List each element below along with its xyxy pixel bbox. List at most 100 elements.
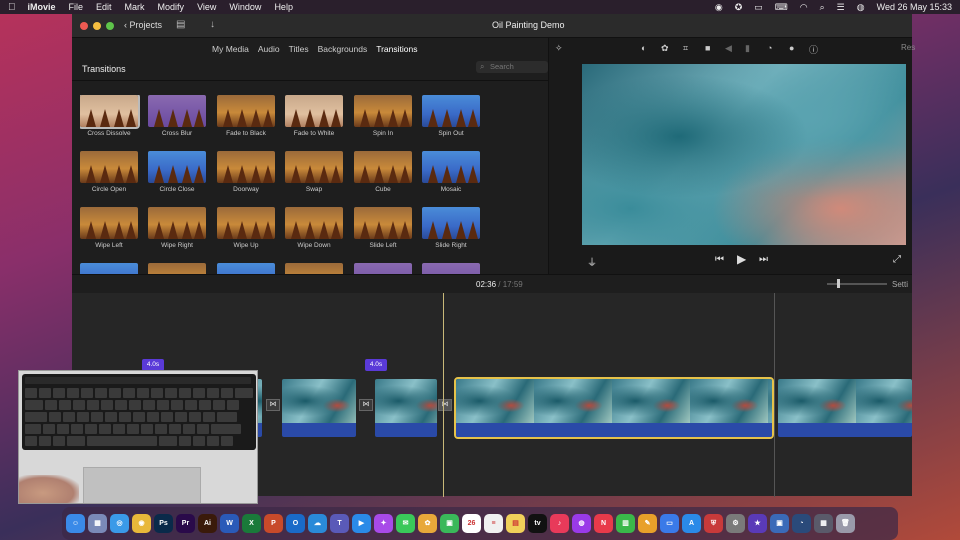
transition-thumbnail[interactable] bbox=[148, 151, 206, 183]
creative-cloud-icon[interactable]: ✪ bbox=[735, 2, 743, 13]
dock-safari-icon[interactable]: ◎ bbox=[110, 514, 129, 533]
dock-photos-icon[interactable]: ✿ bbox=[418, 514, 437, 533]
clock[interactable]: Wed 26 May 15:33 bbox=[877, 2, 952, 12]
transition-marker[interactable]: ⋈ bbox=[359, 399, 373, 411]
dock-calendar-icon[interactable]: 26 bbox=[462, 514, 481, 533]
transition-marker[interactable]: ⋈ bbox=[266, 399, 280, 411]
dock-facetime-icon[interactable]: ▣ bbox=[440, 514, 459, 533]
menu-file[interactable]: File bbox=[69, 2, 84, 12]
transition-thumbnail[interactable] bbox=[217, 151, 275, 183]
camera-icon[interactable]: ■ bbox=[705, 43, 710, 53]
crop-icon[interactable]: ⌗ bbox=[683, 43, 688, 54]
dock-quicktime-icon[interactable]: ◔ bbox=[792, 514, 811, 533]
control-center-icon[interactable]: ☰ bbox=[837, 2, 845, 13]
color-palette-icon[interactable]: ✿ bbox=[661, 43, 669, 54]
menu-window[interactable]: Window bbox=[229, 2, 261, 12]
dock-app-store-icon[interactable]: A bbox=[682, 514, 701, 533]
timeline-clip-selected[interactable] bbox=[454, 377, 774, 439]
keyboard-icon[interactable]: ⌨ bbox=[775, 2, 788, 13]
transition-thumbnail[interactable] bbox=[354, 207, 412, 239]
projects-back-button[interactable]: ‹ Projects bbox=[124, 20, 162, 30]
timeline-clip[interactable] bbox=[375, 379, 437, 437]
reset-all-button[interactable]: Res bbox=[901, 43, 915, 52]
siri-icon[interactable]: ◍ bbox=[857, 2, 865, 13]
wifi-icon[interactable]: ◠ bbox=[800, 2, 808, 13]
dock-finder-icon[interactable]: ☺ bbox=[66, 514, 85, 533]
dock-chrome-icon[interactable]: ◉ bbox=[132, 514, 151, 533]
tab-my-media[interactable]: My Media bbox=[212, 44, 249, 54]
search-input[interactable]: ⌕ Search bbox=[476, 61, 548, 73]
dock-podcasts-icon[interactable]: ◍ bbox=[572, 514, 591, 533]
playhead[interactable] bbox=[443, 293, 444, 497]
dock-keynote-icon[interactable]: ▭ bbox=[660, 514, 679, 533]
equalizer-icon[interactable]: ▮ bbox=[745, 43, 750, 54]
transition-thumbnail[interactable] bbox=[80, 95, 140, 129]
menu-mark[interactable]: Mark bbox=[125, 2, 145, 12]
info-icon[interactable]: ⓘ bbox=[809, 43, 818, 56]
zoom-slider[interactable] bbox=[827, 279, 887, 288]
tab-titles[interactable]: Titles bbox=[289, 44, 309, 54]
dock-apple-tv-icon[interactable]: tv bbox=[528, 514, 547, 533]
transition-duration-badge[interactable]: 4.0s bbox=[365, 359, 387, 371]
transition-thumbnail[interactable] bbox=[217, 95, 275, 127]
settings-button[interactable]: Setti bbox=[892, 280, 908, 289]
spotlight-icon[interactable]: ⌕ bbox=[820, 2, 825, 13]
dock-music-icon[interactable]: ♪ bbox=[550, 514, 569, 533]
menu-app-name[interactable]: iMovie bbox=[28, 2, 56, 12]
dock-preview-icon[interactable]: ▣ bbox=[770, 514, 789, 533]
dock-numbers-icon[interactable]: ▥ bbox=[616, 514, 635, 533]
minimize-button[interactable] bbox=[93, 22, 101, 30]
transition-thumbnail[interactable] bbox=[354, 95, 412, 127]
dock-word-icon[interactable]: W bbox=[220, 514, 239, 533]
zoom-button[interactable] bbox=[106, 22, 114, 30]
transition-thumbnail[interactable] bbox=[422, 95, 480, 127]
zoom-slider-handle[interactable] bbox=[837, 279, 840, 288]
transition-thumbnail[interactable] bbox=[354, 151, 412, 183]
timeline-clip[interactable] bbox=[778, 379, 912, 437]
transition-drop-target[interactable]: ⋈ bbox=[438, 399, 452, 411]
close-button[interactable] bbox=[80, 22, 88, 30]
dock-pages-icon[interactable]: ✎ bbox=[638, 514, 657, 533]
dock-trash-icon[interactable]: 🗑 bbox=[836, 514, 855, 533]
skip-back-icon[interactable]: ⏮ bbox=[715, 254, 724, 265]
tab-audio[interactable]: Audio bbox=[258, 44, 280, 54]
fullscreen-icon[interactable]: ⤢ bbox=[893, 254, 901, 265]
dock-powerpoint-icon[interactable]: P bbox=[264, 514, 283, 533]
menu-edit[interactable]: Edit bbox=[96, 2, 112, 12]
transition-thumbnail[interactable] bbox=[217, 207, 275, 239]
dock-reminders-icon[interactable]: ≡ bbox=[484, 514, 503, 533]
transition-thumbnail[interactable] bbox=[80, 151, 138, 183]
volume-icon[interactable]: ◀ bbox=[725, 43, 732, 54]
dock-launchpad-icon[interactable]: ▦ bbox=[88, 514, 107, 533]
dock-teams-icon[interactable]: T bbox=[330, 514, 349, 533]
filter-icon[interactable]: ● bbox=[789, 43, 794, 53]
skip-forward-icon[interactable]: ⏭ bbox=[759, 254, 768, 265]
timeline-clip[interactable] bbox=[282, 379, 356, 437]
dock-premiere-icon[interactable]: Pr bbox=[176, 514, 195, 533]
record-icon[interactable]: ◉ bbox=[715, 2, 723, 13]
magic-wand-icon[interactable]: ✧ bbox=[555, 43, 563, 54]
transition-thumbnail[interactable] bbox=[148, 207, 206, 239]
color-balance-icon[interactable]: ◐ bbox=[641, 43, 646, 53]
battery-icon[interactable]: ▭ bbox=[754, 2, 763, 13]
transition-thumbnail[interactable] bbox=[422, 151, 480, 183]
dock-screenshots-icon[interactable]: ▦ bbox=[814, 514, 833, 533]
transition-thumbnail[interactable] bbox=[285, 95, 343, 127]
speed-icon[interactable]: ◔ bbox=[767, 43, 772, 53]
transition-thumbnail[interactable] bbox=[148, 95, 206, 127]
microphone-icon[interactable]: ⏚ bbox=[587, 254, 597, 269]
tab-backgrounds[interactable]: Backgrounds bbox=[318, 44, 368, 54]
dock-excel-icon[interactable]: X bbox=[242, 514, 261, 533]
menu-modify[interactable]: Modify bbox=[158, 2, 185, 12]
dock-news-icon[interactable]: N bbox=[594, 514, 613, 533]
menu-view[interactable]: View bbox=[197, 2, 216, 12]
dock-imovie-icon[interactable]: ★ bbox=[748, 514, 767, 533]
import-icon[interactable]: ↓ bbox=[210, 19, 215, 30]
apple-menu-icon[interactable]:  bbox=[8, 2, 16, 13]
tab-transitions[interactable]: Transitions bbox=[376, 44, 417, 54]
dock-system-preferences-icon[interactable]: ⚙ bbox=[726, 514, 745, 533]
dock-illustrator-icon[interactable]: Ai bbox=[198, 514, 217, 533]
transition-thumbnail[interactable] bbox=[285, 151, 343, 183]
dock-messages-icon[interactable]: ✉ bbox=[396, 514, 415, 533]
menu-help[interactable]: Help bbox=[274, 2, 293, 12]
